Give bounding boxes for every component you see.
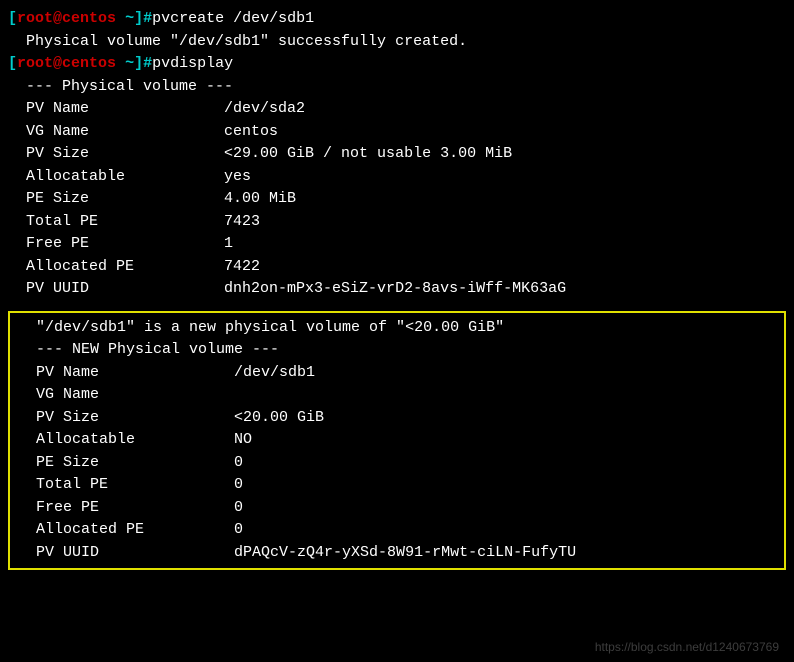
- prompt-line-1: [root@centos ~]#pvcreate /dev/sdb1: [8, 8, 786, 31]
- pv2-header: --- NEW Physical volume ---: [18, 339, 776, 362]
- command-pvcreate: pvcreate /dev/sdb1: [152, 10, 314, 27]
- prompt-user: root: [17, 10, 53, 27]
- prompt-close-bracket: ]: [134, 55, 143, 72]
- prompt-host: centos: [62, 10, 116, 27]
- prompt-hash: #: [143, 55, 152, 72]
- pv2-row: Allocated PE 0: [18, 519, 776, 542]
- pv2-row: Free PE 0: [18, 497, 776, 520]
- prompt-open-bracket: [: [8, 55, 17, 72]
- prompt-hash: #: [143, 10, 152, 27]
- prompt-space: [116, 55, 125, 72]
- pv1-row: PV Name /dev/sda2: [8, 98, 786, 121]
- pv1-row: Allocatable yes: [8, 166, 786, 189]
- pv1-row: PE Size 4.00 MiB: [8, 188, 786, 211]
- prompt-space: [116, 10, 125, 27]
- prompt-user: root: [17, 55, 53, 72]
- pv1-row: VG Name centos: [8, 121, 786, 144]
- prompt-path: ~: [125, 10, 134, 27]
- prompt-path: ~: [125, 55, 134, 72]
- pv1-row: Free PE 1: [8, 233, 786, 256]
- prompt-close-bracket: ]: [134, 10, 143, 27]
- highlight-box-new-pv: "/dev/sdb1" is a new physical volume of …: [8, 311, 786, 571]
- pv2-row: Total PE 0: [18, 474, 776, 497]
- pv1-header: --- Physical volume ---: [8, 76, 786, 99]
- watermark-text: https://blog.csdn.net/d1240673769: [595, 638, 779, 656]
- prompt-at: @: [53, 55, 62, 72]
- prompt-host: centos: [62, 55, 116, 72]
- prompt-open-bracket: [: [8, 10, 17, 27]
- pv1-row: Total PE 7423: [8, 211, 786, 234]
- pv2-row: PV Name /dev/sdb1: [18, 362, 776, 385]
- pv2-row: Allocatable NO: [18, 429, 776, 452]
- prompt-line-2: [root@centos ~]#pvdisplay: [8, 53, 786, 76]
- command-pvdisplay: pvdisplay: [152, 55, 233, 72]
- pv2-intro: "/dev/sdb1" is a new physical volume of …: [18, 317, 776, 340]
- pv2-row: PV Size <20.00 GiB: [18, 407, 776, 430]
- prompt-at: @: [53, 10, 62, 27]
- pv1-row: PV UUID dnh2on-mPx3-eSiZ-vrD2-8avs-iWff-…: [8, 278, 786, 301]
- pv2-row: PE Size 0: [18, 452, 776, 475]
- output-pvcreate: Physical volume "/dev/sdb1" successfully…: [8, 31, 786, 54]
- pv1-row: Allocated PE 7422: [8, 256, 786, 279]
- pv2-row: PV UUID dPAQcV-zQ4r-yXSd-8W91-rMwt-ciLN-…: [18, 542, 776, 565]
- pv2-row: VG Name: [18, 384, 776, 407]
- pv1-row: PV Size <29.00 GiB / not usable 3.00 MiB: [8, 143, 786, 166]
